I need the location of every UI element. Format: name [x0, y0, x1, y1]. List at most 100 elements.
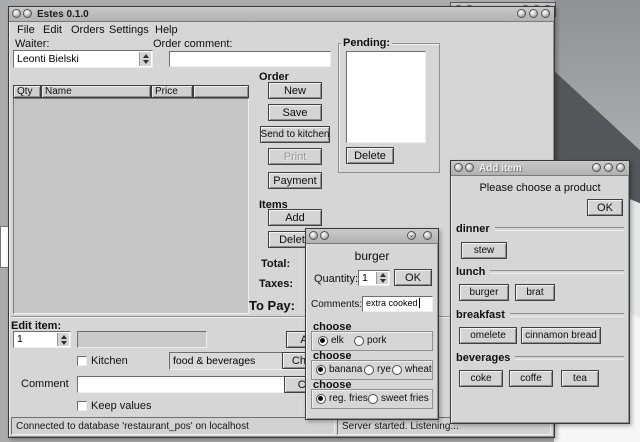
- radio-option-banana[interactable]: banana: [316, 364, 362, 375]
- product-button-omelete[interactable]: omelete: [459, 327, 517, 344]
- keep-values-label[interactable]: Keep values: [91, 400, 152, 412]
- product-button-burger[interactable]: burger: [459, 284, 509, 301]
- pending-list[interactable]: [346, 51, 426, 143]
- combo-arrows-icon[interactable]: [139, 52, 151, 66]
- waiter-combobox-value: Leonti Bielski: [17, 53, 79, 65]
- maximize-icon[interactable]: [529, 9, 538, 18]
- category-row-dinner: dinner: [456, 223, 624, 235]
- product-button-cinnamon-bread[interactable]: cinnamon bread: [521, 327, 601, 344]
- add-item-dialog: Add item Please choose a product OK dinn…: [450, 160, 630, 424]
- category-separator: [494, 227, 624, 231]
- window-title: Estes 0.1.0: [37, 9, 89, 20]
- window-menu-icon[interactable]: [454, 163, 463, 172]
- comments-label: Comments:: [311, 299, 363, 310]
- product-button-tea[interactable]: tea: [561, 370, 599, 387]
- taxes-label: Taxes:: [259, 278, 294, 290]
- menu-edit[interactable]: Edit: [43, 24, 62, 36]
- window-menu-icon[interactable]: [23, 9, 32, 18]
- product-button-brat[interactable]: brat: [515, 284, 555, 301]
- category-row-lunch: lunch: [456, 266, 624, 278]
- payment-button[interactable]: Payment: [268, 172, 322, 189]
- pending-delete-button[interactable]: Delete: [346, 147, 394, 164]
- window-menu-icon[interactable]: [309, 231, 318, 240]
- minimize-icon[interactable]: [592, 163, 601, 172]
- radio-label: wheat: [405, 364, 432, 375]
- column-header-qty[interactable]: Qty: [13, 85, 41, 98]
- radio-label: elk: [331, 335, 344, 346]
- window-menu-icon[interactable]: [12, 9, 21, 18]
- ok-button[interactable]: OK: [587, 199, 623, 216]
- column-header-blank[interactable]: [193, 85, 249, 98]
- send-to-kitchen-button[interactable]: Send to kitchen: [260, 126, 330, 143]
- radio-option-pork[interactable]: pork: [354, 335, 386, 346]
- item-name-field[interactable]: [77, 331, 207, 348]
- radio-selected-icon[interactable]: [316, 393, 326, 404]
- add-item-button[interactable]: Add: [268, 209, 322, 226]
- radio-option-sweet-fries[interactable]: sweet fries: [368, 393, 429, 404]
- add-item-titlebar[interactable]: Add item: [451, 161, 629, 176]
- category-row-beverages: beverages: [456, 352, 624, 364]
- minimize-icon[interactable]: [517, 9, 526, 18]
- pending-label: Pending:: [341, 37, 393, 49]
- order-comment-input[interactable]: [169, 51, 331, 67]
- comments-value: extra cooked: [366, 298, 418, 308]
- close-icon[interactable]: [616, 163, 625, 172]
- radio-label: reg. fries: [329, 393, 368, 404]
- close-icon[interactable]: [423, 231, 432, 240]
- main-titlebar[interactable]: Estes 0.1.0: [9, 7, 554, 22]
- column-header-name[interactable]: Name: [41, 85, 151, 98]
- shade-icon[interactable]: ⌄: [407, 231, 416, 240]
- radio-label: sweet fries: [381, 393, 429, 404]
- radio-icon[interactable]: [368, 393, 378, 404]
- ok-button[interactable]: OK: [394, 269, 432, 286]
- category-combobox-value: food & beverages: [173, 355, 256, 367]
- kitchen-checkbox-label[interactable]: Kitchen: [91, 355, 128, 367]
- menu-help[interactable]: Help: [155, 24, 178, 36]
- burger-titlebar[interactable]: ⌄: [306, 229, 438, 244]
- order-items-table-body[interactable]: [13, 98, 249, 314]
- radio-label: pork: [367, 335, 387, 346]
- category-label: dinner: [456, 223, 490, 235]
- dialog-title: Add item: [479, 163, 522, 174]
- menu-orders[interactable]: Orders: [71, 24, 105, 36]
- radio-option-elk[interactable]: elk: [318, 335, 344, 346]
- quantity-stepper[interactable]: 1: [358, 270, 390, 286]
- category-label: breakfast: [456, 309, 505, 321]
- product-button-coke[interactable]: coke: [459, 370, 503, 387]
- comment-input[interactable]: [77, 376, 295, 393]
- print-button[interactable]: Print: [268, 148, 322, 165]
- radio-selected-icon[interactable]: [316, 364, 326, 375]
- column-header-price[interactable]: Price: [151, 85, 193, 98]
- quantity-label: Quantity:: [314, 273, 359, 285]
- product-button-coffe[interactable]: coffe: [509, 370, 553, 387]
- spinner-arrows-icon[interactable]: [57, 333, 69, 346]
- new-order-button[interactable]: New: [268, 82, 322, 99]
- category-row-breakfast: breakfast: [456, 309, 624, 321]
- menu-settings[interactable]: Settings: [109, 24, 149, 36]
- kitchen-checkbox[interactable]: [77, 356, 87, 366]
- order-comment-label: Order comment:: [153, 38, 233, 50]
- radio-icon[interactable]: [354, 335, 364, 346]
- quantity-stepper[interactable]: 1: [13, 331, 71, 348]
- radio-icon[interactable]: [392, 364, 402, 375]
- save-order-button[interactable]: Save: [268, 104, 322, 121]
- window-menu-icon[interactable]: [465, 163, 474, 172]
- radio-icon[interactable]: [364, 364, 374, 375]
- menu-file[interactable]: File: [17, 24, 35, 36]
- comments-input[interactable]: extra cooked: [362, 296, 433, 312]
- maximize-icon[interactable]: [604, 163, 613, 172]
- category-separator: [515, 356, 624, 360]
- waiter-combobox[interactable]: Leonti Bielski: [13, 50, 153, 68]
- radio-option-reg-fries[interactable]: reg. fries: [316, 393, 368, 404]
- radio-option-rye[interactable]: rye: [364, 364, 391, 375]
- product-button-stew[interactable]: stew: [461, 242, 507, 259]
- to-pay-label: To Pay:: [249, 298, 295, 313]
- radio-option-wheat[interactable]: wheat: [392, 364, 432, 375]
- comment-label: Comment: [21, 378, 69, 390]
- category-label: lunch: [456, 266, 486, 278]
- radio-selected-icon[interactable]: [318, 335, 328, 346]
- keep-values-checkbox[interactable]: [77, 401, 87, 411]
- window-menu-icon[interactable]: [320, 231, 329, 240]
- close-icon[interactable]: [541, 9, 550, 18]
- spinner-arrows-icon[interactable]: [376, 272, 388, 284]
